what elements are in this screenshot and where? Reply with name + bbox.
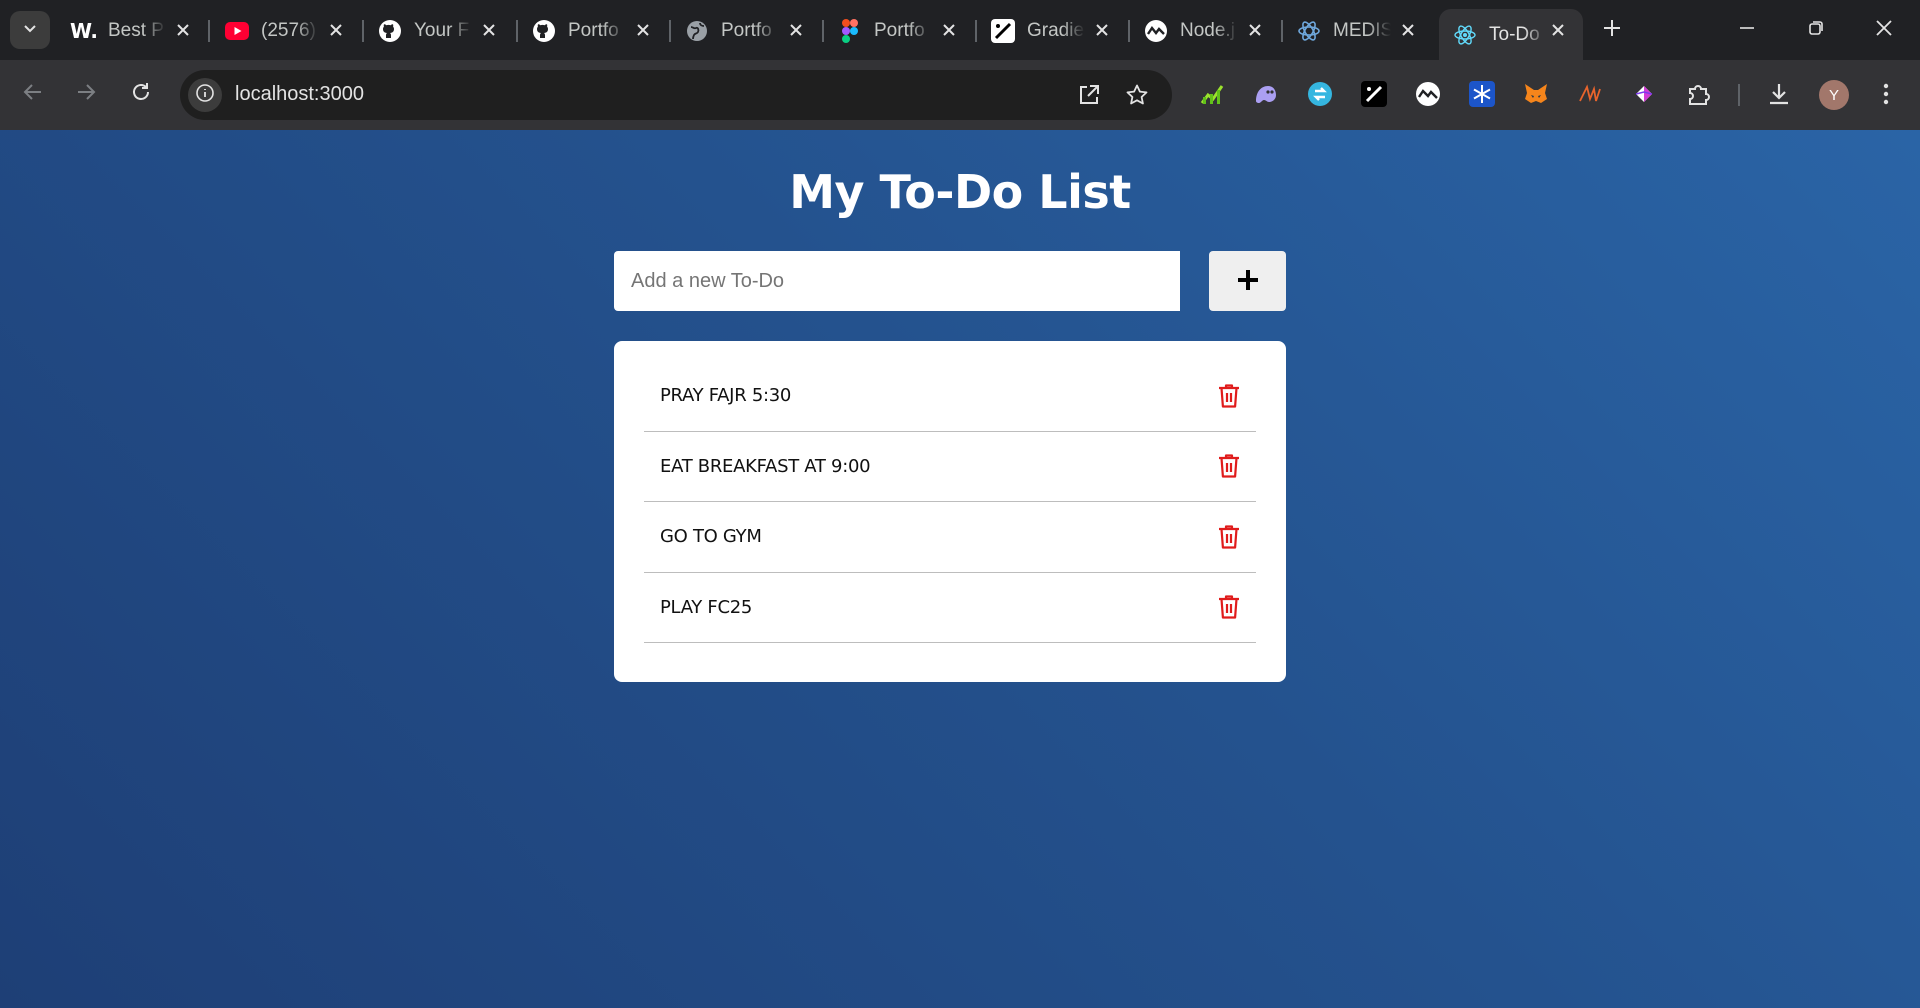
sync-extension-icon[interactable] <box>1305 79 1335 109</box>
tab-divider <box>208 20 210 42</box>
todo-item: GO TO GYM <box>644 502 1256 573</box>
minimize-button[interactable] <box>1727 12 1767 48</box>
node-extension-icon[interactable] <box>1413 79 1443 109</box>
close-icon[interactable] <box>1091 19 1113 41</box>
star-icon[interactable] <box>1124 82 1150 108</box>
react-icon <box>1453 23 1477 47</box>
github-icon <box>378 19 402 43</box>
plus-icon <box>1603 19 1621 42</box>
metamask-extension-icon[interactable] <box>1521 79 1551 109</box>
restore-button[interactable] <box>1796 12 1836 48</box>
download-icon[interactable] <box>1764 79 1794 109</box>
puzzle-extension-icon[interactable] <box>1683 79 1713 109</box>
close-icon[interactable] <box>172 19 194 41</box>
todo-item: EAT BREAKFAST AT 9:00 <box>644 432 1256 502</box>
tab-8[interactable]: Node.j <box>1130 9 1280 52</box>
chevron-down-icon <box>22 20 38 41</box>
tab-title: Portfo <box>568 19 619 41</box>
globe-icon <box>685 19 709 43</box>
new-todo-input[interactable] <box>614 251 1180 311</box>
todo-text: PLAY FC25 <box>660 596 753 618</box>
tab-title: Your F <box>414 19 470 41</box>
tab-10-active[interactable]: To-Do <box>1439 9 1583 60</box>
info-icon <box>195 83 215 108</box>
github-icon <box>532 19 556 43</box>
close-icon[interactable] <box>632 19 654 41</box>
toolbar-divider <box>1738 84 1740 106</box>
wave-extension-icon[interactable] <box>1575 79 1605 109</box>
todo-item: PLAY FC25 <box>644 573 1256 643</box>
arrow-right-icon <box>75 81 97 108</box>
close-icon[interactable] <box>325 19 347 41</box>
minimize-icon <box>1739 20 1755 41</box>
tab-6[interactable]: Portfo <box>824 9 974 52</box>
tab-title: Portfo <box>721 19 772 41</box>
reload-icon <box>130 81 152 108</box>
tab-strip: W. Best P (2576) Your F Portfo Portfo Po… <box>0 0 1920 60</box>
tab-title: Node.j <box>1180 19 1235 41</box>
tab-title: (2576) <box>261 19 316 41</box>
tab-4[interactable]: Portfo <box>518 9 668 52</box>
close-icon[interactable] <box>1547 19 1569 41</box>
close-window-button[interactable] <box>1864 12 1904 48</box>
close-icon[interactable] <box>938 19 960 41</box>
tab-2[interactable]: (2576) <box>211 9 361 52</box>
page-viewport: My To-Do List PRAY FAJR 5:30 EAT BREAKFA… <box>0 130 1920 1008</box>
address-bar[interactable]: localhost:3000 <box>180 70 1172 120</box>
gradient-icon <box>991 18 1015 43</box>
forward-button[interactable] <box>66 74 106 114</box>
close-icon[interactable] <box>478 19 500 41</box>
browser-toolbar: localhost:3000 Y <box>0 60 1920 130</box>
reload-button[interactable] <box>121 74 161 114</box>
tab-9[interactable]: MEDIS <box>1283 9 1433 52</box>
figma-icon <box>838 18 862 43</box>
close-icon[interactable] <box>1244 19 1266 41</box>
todo-text: EAT BREAKFAST AT 9:00 <box>660 455 871 477</box>
close-icon <box>1875 19 1893 42</box>
trash-icon[interactable] <box>1216 453 1242 479</box>
todo-text: PRAY FAJR 5:30 <box>660 385 792 407</box>
tab-title: Portfo <box>874 19 925 41</box>
todo-text: GO TO GYM <box>660 526 762 548</box>
tab-title: Gradie <box>1027 19 1085 41</box>
ghost-extension-icon[interactable] <box>1251 79 1281 109</box>
todo-list: PRAY FAJR 5:30 EAT BREAKFAST AT 9:00 GO … <box>614 341 1286 682</box>
nodejs-icon <box>1144 19 1168 43</box>
restore-icon <box>1808 20 1824 41</box>
w-logo-icon: W. <box>69 18 99 43</box>
back-button[interactable] <box>13 74 53 114</box>
tab-title: To-Do <box>1489 23 1540 45</box>
site-info-button[interactable] <box>188 78 222 112</box>
tab-3[interactable]: Your F <box>364 9 514 52</box>
medis-icon <box>1297 19 1321 43</box>
trash-icon[interactable] <box>1216 383 1242 409</box>
close-icon[interactable] <box>785 19 807 41</box>
profile-avatar[interactable]: Y <box>1819 80 1849 110</box>
open-in-new-icon[interactable] <box>1076 82 1102 108</box>
gradient-extension-icon[interactable] <box>1359 79 1389 109</box>
tab-title: MEDIS <box>1333 19 1391 41</box>
more-menu-icon[interactable] <box>1871 79 1901 109</box>
plus-icon <box>1235 267 1261 296</box>
diamond-extension-icon[interactable] <box>1629 79 1659 109</box>
close-icon[interactable] <box>1397 19 1419 41</box>
new-tab-button[interactable] <box>1598 16 1626 44</box>
tab-search-button[interactable] <box>10 11 50 49</box>
chart-extension-icon[interactable] <box>1197 79 1227 109</box>
tab-7[interactable]: Gradie <box>977 9 1127 52</box>
tab-title: Best P <box>108 19 164 41</box>
trash-icon[interactable] <box>1216 594 1242 620</box>
snowflake-extension-icon[interactable] <box>1467 79 1497 109</box>
page-title: My To-Do List <box>789 165 1131 219</box>
trash-icon[interactable] <box>1216 524 1242 550</box>
url-text: localhost:3000 <box>235 83 364 105</box>
youtube-icon <box>225 19 249 43</box>
tab-5[interactable]: Portfo <box>671 9 821 52</box>
add-todo-button[interactable] <box>1209 251 1286 311</box>
tab-1[interactable]: W. Best P <box>58 9 208 52</box>
todo-item: PRAY FAJR 5:30 <box>644 361 1256 432</box>
arrow-left-icon <box>22 81 44 108</box>
